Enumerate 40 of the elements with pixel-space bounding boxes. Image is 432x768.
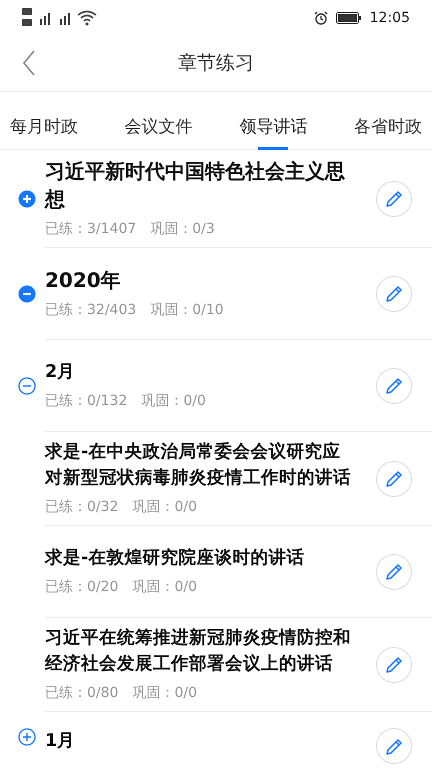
pencil-icon <box>384 469 404 490</box>
progress-stats: 已练：0/132 巩固：0/0 <box>45 392 207 411</box>
tab[interactable]: 每月时政 <box>8 92 80 150</box>
progress-stats: 已练：0/80 巩固：0/0 <box>45 684 198 703</box>
practice-button[interactable] <box>376 460 412 496</box>
progress-stats: 已练：0/32 巩固：0/0 <box>45 498 198 517</box>
expand-icon[interactable] <box>18 190 36 208</box>
status-time: 12:05 <box>370 8 410 28</box>
chapter-title[interactable]: 求是-在中央政治局常委会会议研究应对新型冠状病毒肺炎疫情工作时的讲话 <box>45 439 355 491</box>
battery-icon <box>336 12 362 24</box>
chapter-title[interactable]: 习近平在统筹推进新冠肺炎疫情防控和经济社会发展工作部署会议上的讲话 <box>45 625 355 677</box>
pencil-icon <box>384 562 404 582</box>
progress-stats: 已练：32/403 巩固：0/10 <box>45 301 225 320</box>
progress-stats: 已练：0/20 巩固：0/0 <box>45 578 198 597</box>
chapter-title[interactable]: 2020年 <box>45 266 355 294</box>
page-title: 章节练习 <box>178 51 254 76</box>
chapter-title[interactable]: 1月 <box>45 728 355 754</box>
chapter-title[interactable]: 2月 <box>45 359 355 385</box>
alarm-icon <box>314 11 328 25</box>
collapse-icon[interactable] <box>18 284 36 302</box>
practice-button[interactable] <box>376 728 412 764</box>
pencil-icon <box>384 284 404 304</box>
chapter-title[interactable]: 习近平新时代中国特色社会主义思想 <box>45 157 355 213</box>
practice-button[interactable] <box>376 276 412 312</box>
pencil-icon <box>384 736 404 757</box>
progress-stats: 已练：3/1407 巩固：0/3 <box>45 220 216 239</box>
collapse-icon[interactable] <box>18 376 36 394</box>
practice-button[interactable] <box>376 554 412 590</box>
pencil-icon <box>384 376 404 396</box>
practice-button[interactable] <box>376 646 412 682</box>
expand-icon[interactable] <box>18 728 36 746</box>
practice-button[interactable] <box>376 180 412 216</box>
pencil-icon <box>384 189 404 210</box>
practice-button[interactable] <box>376 368 412 404</box>
tab[interactable]: 会议文件 <box>122 92 195 150</box>
pencil-icon <box>384 655 404 676</box>
back-button[interactable] <box>22 50 36 76</box>
tab[interactable]: 各省时政 <box>352 92 424 150</box>
chapter-title[interactable]: 求是-在敦煌研究院座谈时的讲话 <box>45 545 355 571</box>
tab[interactable]: 领导讲话 <box>237 92 310 150</box>
